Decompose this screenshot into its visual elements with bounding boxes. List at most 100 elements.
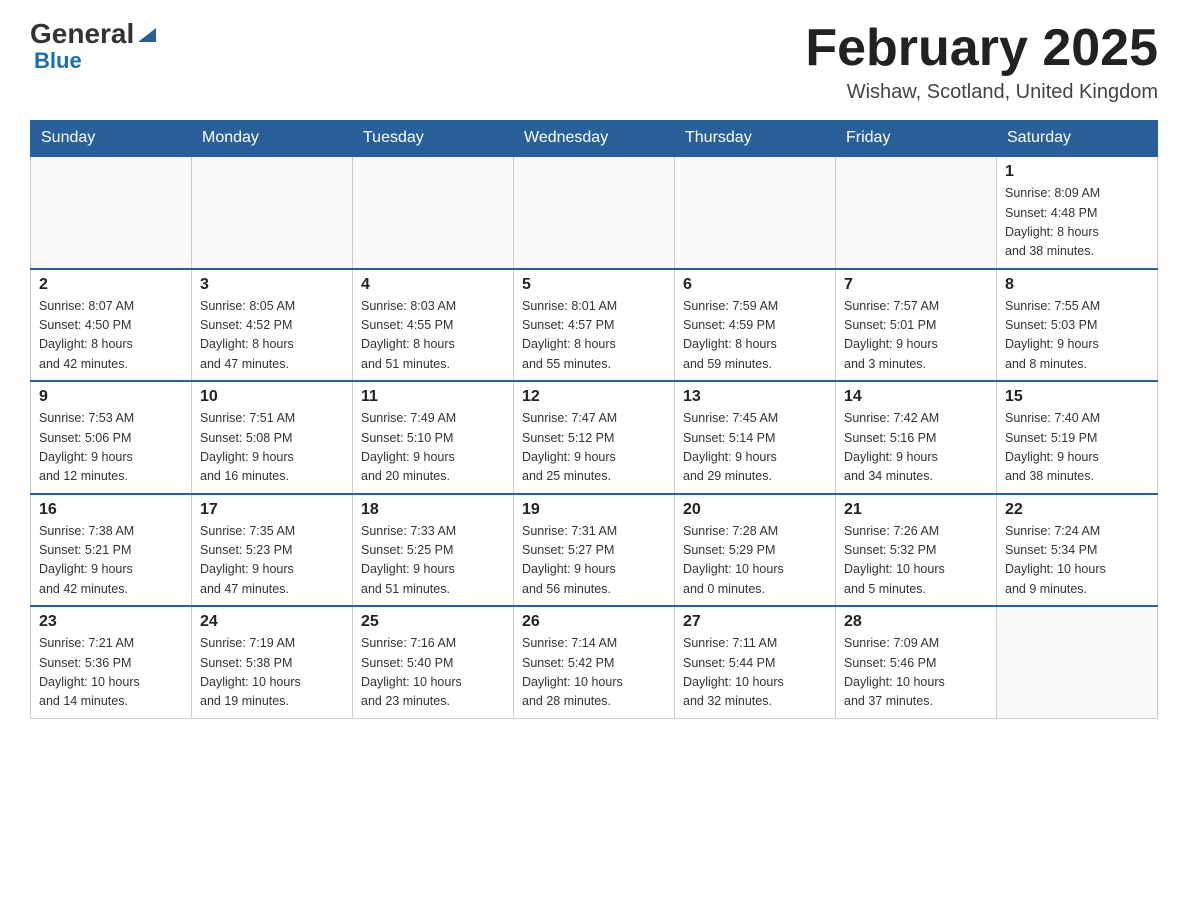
location: Wishaw, Scotland, United Kingdom: [805, 81, 1158, 104]
calendar-day-cell: 23 Sunrise: 7:21 AMSunset: 5:36 PMDayligh…: [31, 606, 192, 718]
weekday-header-wednesday: Wednesday: [514, 121, 675, 157]
day-info: Sunrise: 7:26 AMSunset: 5:32 PMDaylight:…: [844, 522, 988, 600]
day-info: Sunrise: 7:33 AMSunset: 5:25 PMDaylight:…: [361, 522, 505, 600]
day-info: Sunrise: 7:28 AMSunset: 5:29 PMDaylight:…: [683, 522, 827, 600]
calendar-week-row: 9Sunrise: 7:53 AMSunset: 5:06 PMDaylight…: [31, 381, 1158, 494]
day-number: 28: [844, 613, 988, 631]
day-info: Sunrise: 7:57 AMSunset: 5:01 PMDaylight:…: [844, 297, 988, 375]
day-number: 1: [1005, 163, 1149, 181]
calendar-day-cell: 6 Sunrise: 7:59 AMSunset: 4:59 PMDaylight…: [675, 269, 836, 382]
weekday-header-sunday: Sunday: [31, 121, 192, 157]
calendar-day-cell: 14 Sunrise: 7:42 AMSunset: 5:16 PMDayligh…: [836, 381, 997, 494]
calendar-day-cell: [31, 156, 192, 269]
day-number: 16: [39, 501, 183, 519]
calendar-day-cell: [836, 156, 997, 269]
day-info: Sunrise: 7:19 AMSunset: 5:38 PMDaylight:…: [200, 634, 344, 712]
calendar-day-cell: [675, 156, 836, 269]
calendar-day-cell: 15Sunrise: 7:40 AMSunset: 5:19 PMDayligh…: [997, 381, 1158, 494]
day-number: 22: [1005, 501, 1149, 519]
day-info: Sunrise: 8:07 AMSunset: 4:50 PMDaylight:…: [39, 297, 183, 375]
calendar-day-cell: 19 Sunrise: 7:31 AMSunset: 5:27 PMDayligh…: [514, 494, 675, 607]
calendar-header-row: SundayMondayTuesdayWednesdayThursdayFrid…: [31, 121, 1158, 157]
day-info: Sunrise: 8:09 AMSunset: 4:48 PMDaylight:…: [1005, 184, 1149, 262]
calendar-day-cell: 11 Sunrise: 7:49 AMSunset: 5:10 PMDayligh…: [353, 381, 514, 494]
calendar-day-cell: [514, 156, 675, 269]
logo-blue: Blue: [30, 48, 82, 73]
calendar-day-cell: 20 Sunrise: 7:28 AMSunset: 5:29 PMDayligh…: [675, 494, 836, 607]
day-number: 12: [522, 388, 666, 406]
day-info: Sunrise: 7:42 AMSunset: 5:16 PMDaylight:…: [844, 409, 988, 487]
day-info: Sunrise: 7:45 AMSunset: 5:14 PMDaylight:…: [683, 409, 827, 487]
day-number: 27: [683, 613, 827, 631]
logo-general: General: [30, 20, 134, 48]
day-info: Sunrise: 7:11 AMSunset: 5:44 PMDaylight:…: [683, 634, 827, 712]
day-number: 25: [361, 613, 505, 631]
day-info: Sunrise: 7:51 AMSunset: 5:08 PMDaylight:…: [200, 409, 344, 487]
day-number: 19: [522, 501, 666, 519]
calendar-day-cell: 1 Sunrise: 8:09 AMSunset: 4:48 PMDaylight…: [997, 156, 1158, 269]
weekday-header-monday: Monday: [192, 121, 353, 157]
day-number: 18: [361, 501, 505, 519]
day-info: Sunrise: 7:14 AMSunset: 5:42 PMDaylight:…: [522, 634, 666, 712]
day-info: Sunrise: 7:16 AMSunset: 5:40 PMDaylight:…: [361, 634, 505, 712]
calendar-table: SundayMondayTuesdayWednesdayThursdayFrid…: [30, 120, 1158, 719]
calendar-day-cell: 5Sunrise: 8:01 AMSunset: 4:57 PMDaylight…: [514, 269, 675, 382]
weekday-header-friday: Friday: [836, 121, 997, 157]
day-number: 10: [200, 388, 344, 406]
calendar-day-cell: 3 Sunrise: 8:05 AMSunset: 4:52 PMDaylight…: [192, 269, 353, 382]
day-number: 21: [844, 501, 988, 519]
day-number: 3: [200, 276, 344, 294]
day-number: 23: [39, 613, 183, 631]
calendar-day-cell: 28 Sunrise: 7:09 AMSunset: 5:46 PMDayligh…: [836, 606, 997, 718]
day-info: Sunrise: 7:21 AMSunset: 5:36 PMDaylight:…: [39, 634, 183, 712]
day-number: 17: [200, 501, 344, 519]
day-number: 6: [683, 276, 827, 294]
calendar-day-cell: 21 Sunrise: 7:26 AMSunset: 5:32 PMDayligh…: [836, 494, 997, 607]
day-info: Sunrise: 8:05 AMSunset: 4:52 PMDaylight:…: [200, 297, 344, 375]
day-info: Sunrise: 7:59 AMSunset: 4:59 PMDaylight:…: [683, 297, 827, 375]
calendar-day-cell: 16 Sunrise: 7:38 AMSunset: 5:21 PMDayligh…: [31, 494, 192, 607]
day-info: Sunrise: 7:38 AMSunset: 5:21 PMDaylight:…: [39, 522, 183, 600]
calendar-day-cell: 4 Sunrise: 8:03 AMSunset: 4:55 PMDaylight…: [353, 269, 514, 382]
weekday-header-tuesday: Tuesday: [353, 121, 514, 157]
month-title: February 2025: [805, 20, 1158, 77]
calendar-day-cell: 2 Sunrise: 8:07 AMSunset: 4:50 PMDaylight…: [31, 269, 192, 382]
day-info: Sunrise: 7:49 AMSunset: 5:10 PMDaylight:…: [361, 409, 505, 487]
day-info: Sunrise: 7:47 AMSunset: 5:12 PMDaylight:…: [522, 409, 666, 487]
day-number: 5: [522, 276, 666, 294]
day-number: 24: [200, 613, 344, 631]
calendar-day-cell: 9Sunrise: 7:53 AMSunset: 5:06 PMDaylight…: [31, 381, 192, 494]
calendar-day-cell: [997, 606, 1158, 718]
day-info: Sunrise: 7:40 AMSunset: 5:19 PMDaylight:…: [1005, 409, 1149, 487]
day-number: 14: [844, 388, 988, 406]
calendar-day-cell: 7 Sunrise: 7:57 AMSunset: 5:01 PMDaylight…: [836, 269, 997, 382]
calendar-day-cell: 25 Sunrise: 7:16 AMSunset: 5:40 PMDayligh…: [353, 606, 514, 718]
day-number: 4: [361, 276, 505, 294]
logo-triangle-icon: [136, 24, 158, 46]
calendar-week-row: 1 Sunrise: 8:09 AMSunset: 4:48 PMDaylight…: [31, 156, 1158, 269]
day-info: Sunrise: 7:53 AMSunset: 5:06 PMDaylight:…: [39, 409, 183, 487]
logo: General Blue: [30, 20, 158, 74]
day-number: 2: [39, 276, 183, 294]
day-number: 11: [361, 388, 505, 406]
calendar-week-row: 16 Sunrise: 7:38 AMSunset: 5:21 PMDayligh…: [31, 494, 1158, 607]
calendar-day-cell: 26 Sunrise: 7:14 AMSunset: 5:42 PMDayligh…: [514, 606, 675, 718]
day-info: Sunrise: 7:55 AMSunset: 5:03 PMDaylight:…: [1005, 297, 1149, 375]
day-info: Sunrise: 7:09 AMSunset: 5:46 PMDaylight:…: [844, 634, 988, 712]
title-section: February 2025 Wishaw, Scotland, United K…: [805, 20, 1158, 104]
weekday-header-saturday: Saturday: [997, 121, 1158, 157]
day-number: 7: [844, 276, 988, 294]
day-info: Sunrise: 7:24 AMSunset: 5:34 PMDaylight:…: [1005, 522, 1149, 600]
day-number: 20: [683, 501, 827, 519]
page-header: General Blue February 2025 Wishaw, Scotl…: [30, 20, 1158, 104]
day-number: 8: [1005, 276, 1149, 294]
day-number: 26: [522, 613, 666, 631]
weekday-header-thursday: Thursday: [675, 121, 836, 157]
calendar-day-cell: 8 Sunrise: 7:55 AMSunset: 5:03 PMDaylight…: [997, 269, 1158, 382]
calendar-day-cell: 27 Sunrise: 7:11 AMSunset: 5:44 PMDayligh…: [675, 606, 836, 718]
calendar-day-cell: [353, 156, 514, 269]
day-info: Sunrise: 8:03 AMSunset: 4:55 PMDaylight:…: [361, 297, 505, 375]
calendar-day-cell: [192, 156, 353, 269]
day-info: Sunrise: 7:31 AMSunset: 5:27 PMDaylight:…: [522, 522, 666, 600]
calendar-week-row: 23 Sunrise: 7:21 AMSunset: 5:36 PMDayligh…: [31, 606, 1158, 718]
